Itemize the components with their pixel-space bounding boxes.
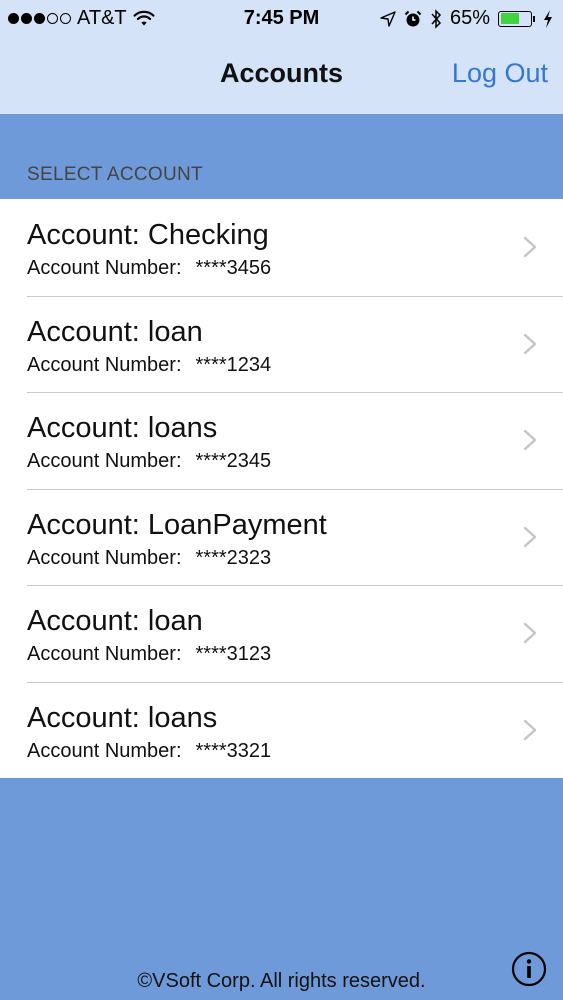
account-number: ****2345 — [195, 450, 272, 472]
account-number-label: Account Number: — [27, 739, 182, 762]
chevron-right-icon — [523, 622, 537, 644]
account-title: Account: loans — [27, 412, 218, 444]
navigation-bar: Accounts Log Out — [0, 38, 563, 114]
account-row[interactable]: Account: LoanPayment Account Number: ****… — [0, 488, 563, 586]
section-header: SELECT ACCOUNT — [27, 164, 203, 185]
status-right: 65% — [380, 7, 553, 30]
battery-percent: 65% — [449, 7, 490, 29]
chevron-right-icon — [523, 236, 537, 258]
battery-icon — [498, 10, 535, 27]
account-row[interactable]: Account: loan Account Number: ****1234 — [0, 295, 563, 393]
account-number: ****2323 — [195, 546, 272, 569]
account-number: ****3321 — [195, 739, 272, 762]
chevron-right-icon — [523, 719, 537, 740]
account-number: ****3123 — [195, 643, 272, 665]
account-title: Account: loans — [27, 701, 218, 734]
bluetooth-icon — [431, 8, 441, 29]
account-number-line: Account Number: ****3456 — [27, 257, 271, 280]
status-bar: AT&T 7:45 PM 65% — [0, 0, 563, 38]
account-number: ****1234 — [195, 353, 272, 376]
chevron-right-icon — [523, 526, 537, 547]
account-list: Account: Checking Account Number: ****345… — [0, 199, 563, 778]
account-number-line: Account Number: ****3123 — [27, 643, 271, 666]
account-number-line: Account Number: ****3321 — [27, 740, 271, 763]
charging-bolt-icon — [544, 9, 552, 28]
account-title: Account: loan — [27, 605, 203, 637]
account-number-line: Account Number: ****2345 — [27, 450, 271, 473]
account-title: Account: loan — [27, 315, 203, 348]
account-number-line: Account Number: ****1234 — [27, 354, 271, 377]
account-title: Account: LoanPayment — [27, 508, 327, 541]
log-out-button[interactable]: Log Out — [452, 58, 548, 89]
info-icon[interactable] — [511, 951, 547, 987]
battery-level-fill — [500, 13, 520, 24]
account-number-label: Account Number: — [27, 450, 182, 472]
alarm-clock-icon — [404, 10, 422, 26]
account-number-label: Account Number: — [27, 353, 182, 376]
chevron-right-icon — [523, 333, 537, 354]
account-number: ****3456 — [195, 257, 272, 279]
account-row[interactable]: Account: Checking Account Number: ****345… — [0, 199, 563, 296]
account-number-label: Account Number: — [27, 643, 182, 665]
account-row[interactable]: Account: loans Account Number: ****2345 — [0, 392, 563, 489]
location-arrow-icon — [380, 10, 396, 27]
copyright-text: ©VSoft Corp. All rights reserved. — [137, 970, 426, 992]
account-number-line: Account Number: ****2323 — [27, 547, 271, 570]
account-row[interactable]: Account: loans Account Number: ****3321 — [0, 681, 563, 779]
chevron-right-icon — [523, 429, 537, 451]
account-row[interactable]: Account: loan Account Number: ****3123 — [0, 585, 563, 682]
account-number-label: Account Number: — [27, 546, 182, 569]
account-number-label: Account Number: — [27, 257, 182, 279]
account-title: Account: Checking — [27, 219, 269, 251]
